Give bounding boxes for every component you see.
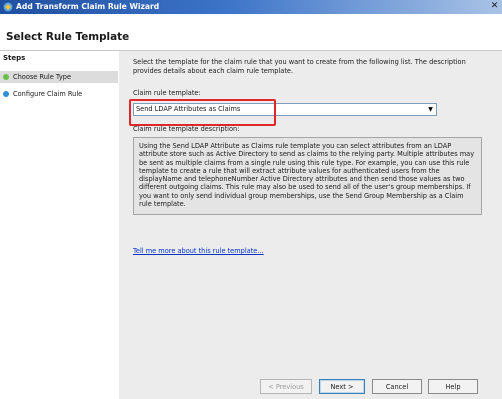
title-bar: Add Transform Claim Rule Wizard ✕	[0, 0, 502, 14]
help-link[interactable]: Tell me more about this rule template...	[133, 247, 264, 255]
template-label: Claim rule template:	[133, 89, 201, 97]
step-status-icon	[3, 91, 9, 97]
wizard-header: Select Rule Template	[0, 14, 502, 51]
step-status-icon	[3, 74, 9, 80]
template-description: Using the Send LDAP Attribute as Claims …	[133, 137, 482, 215]
window-title: Add Transform Claim Rule Wizard	[16, 2, 160, 11]
next-button[interactable]: Next >	[319, 379, 365, 394]
step-choose-rule-type[interactable]: Choose Rule Type	[0, 71, 118, 83]
close-icon[interactable]: ✕	[489, 1, 500, 12]
wizard-content: Select the template for the claim rule t…	[119, 51, 502, 399]
steps-pane: Steps Choose Rule Type Configure Claim R…	[0, 51, 120, 399]
step-configure-claim-rule[interactable]: Configure Claim Rule	[0, 88, 118, 100]
chevron-down-icon[interactable]: ▼	[426, 105, 435, 114]
steps-heading: Steps	[3, 54, 26, 62]
previous-button[interactable]: < Previous	[260, 379, 312, 394]
wizard-icon	[3, 2, 13, 12]
step-label: Choose Rule Type	[13, 73, 72, 81]
help-button[interactable]: Help	[428, 379, 478, 394]
description-label: Claim rule template description:	[133, 125, 240, 133]
page-title: Select Rule Template	[6, 31, 130, 43]
step-label: Configure Claim Rule	[13, 90, 83, 98]
highlight-box	[129, 99, 276, 126]
instructions-text: Select the template for the claim rule t…	[133, 58, 466, 75]
cancel-button[interactable]: Cancel	[372, 379, 422, 394]
